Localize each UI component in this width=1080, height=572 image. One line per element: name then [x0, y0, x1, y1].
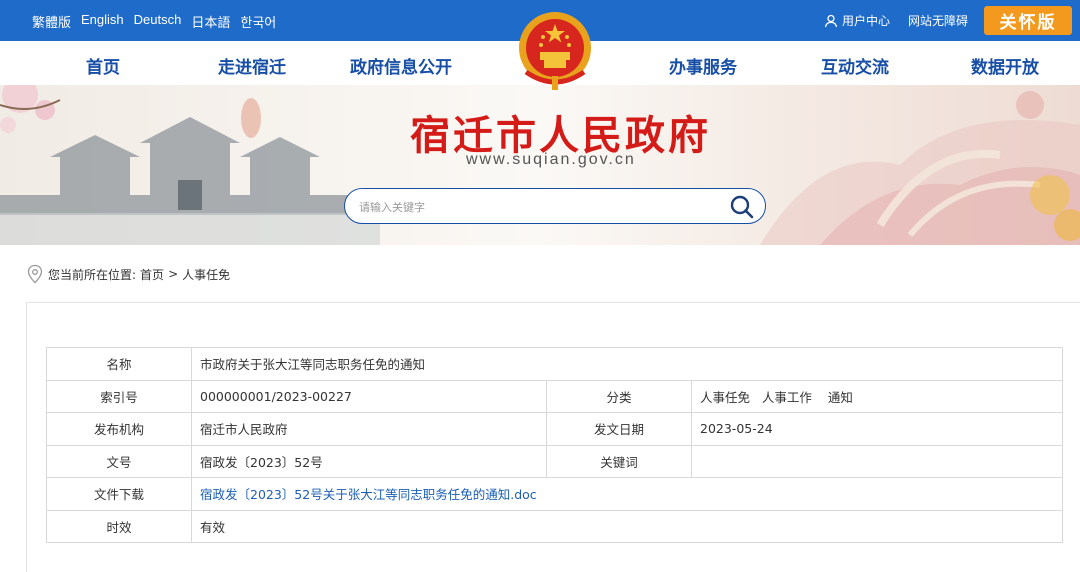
nav-item-about-suqian[interactable]: 走进宿迁: [218, 53, 286, 78]
validity-value: 有效: [191, 509, 1063, 543]
date-value: 2023-05-24: [691, 412, 1063, 446]
search-input[interactable]: [359, 197, 719, 217]
search-icon[interactable]: [729, 194, 755, 220]
accessibility-link[interactable]: 网站无障碍: [908, 12, 968, 29]
nav-item-interaction[interactable]: 互动交流: [821, 53, 889, 78]
nav-item-home[interactable]: 首页: [86, 53, 120, 78]
index-value: 000000001/2023-00227: [191, 379, 547, 413]
table-row: 文件下载 宿政发〔2023〕52号关于张大江等同志职务任免的通知.doc: [46, 477, 1063, 511]
breadcrumb-home[interactable]: 首页: [140, 266, 164, 283]
nav-item-gov-info[interactable]: 政府信息公开: [350, 53, 452, 78]
index-label: 索引号: [46, 379, 192, 413]
breadcrumb-prefix: 您当前所在位置:: [48, 267, 137, 282]
site-url: www.suqian.gov.cn: [466, 151, 636, 168]
user-icon: [824, 14, 838, 27]
care-mode-button[interactable]: 关怀版: [984, 6, 1072, 35]
lang-korean[interactable]: 한국어: [240, 12, 276, 31]
download-cell: 宿政发〔2023〕52号关于张大江等同志职务任免的通知.doc: [191, 477, 1063, 511]
publisher-value: 宿迁市人民政府: [191, 412, 547, 446]
breadcrumb: 您当前所在位置: 首页 > 人事任免: [26, 264, 230, 284]
location-pin-icon: [27, 264, 43, 284]
table-row: 文号 宿政发〔2023〕52号 关键词: [46, 444, 1063, 478]
table-row: 索引号 000000001/2023-00227 分类 人事任免 人事工作 通知: [46, 379, 1063, 413]
search-box: [344, 188, 766, 224]
nav-item-open-data[interactable]: 数据开放: [971, 53, 1039, 78]
user-links: 用户中心 网站无障碍: [824, 12, 968, 29]
content-panel-border-top: [26, 302, 1080, 303]
category-label: 分类: [546, 379, 692, 413]
language-switcher: 繁體版 English Deutsch 日本語 한국어: [32, 12, 276, 31]
content-panel-border-left: [26, 302, 27, 572]
lang-english[interactable]: English: [81, 12, 124, 31]
lang-traditional-chinese[interactable]: 繁體版: [32, 12, 71, 31]
document-download-link[interactable]: 宿政发〔2023〕52号关于张大江等同志职务任免的通知.doc: [200, 487, 537, 502]
docno-value: 宿政发〔2023〕52号: [191, 444, 547, 478]
publisher-label: 发布机构: [46, 412, 192, 446]
breadcrumb-current[interactable]: 人事任免: [182, 266, 230, 283]
date-label: 发文日期: [546, 412, 692, 446]
validity-label: 时效: [46, 509, 192, 543]
name-value: 市政府关于张大江等同志职务任免的通知: [191, 347, 1063, 381]
table-row: 名称 市政府关于张大江等同志职务任免的通知: [46, 347, 1063, 381]
table-row: 发布机构 宿迁市人民政府 发文日期 2023-05-24: [46, 412, 1063, 446]
category-value: 人事任免 人事工作 通知: [691, 379, 1063, 413]
nav-item-services[interactable]: 办事服务: [669, 53, 737, 78]
keywords-value: [691, 444, 1063, 478]
breadcrumb-separator: >: [168, 267, 179, 281]
table-row: 时效 有效: [46, 509, 1063, 543]
docno-label: 文号: [46, 444, 192, 478]
name-label: 名称: [46, 347, 192, 381]
lang-japanese[interactable]: 日本語: [191, 12, 230, 31]
user-center-link[interactable]: 用户中心: [824, 12, 890, 29]
download-label: 文件下载: [46, 477, 192, 511]
national-emblem: [519, 12, 591, 90]
document-info-table: 名称 市政府关于张大江等同志职务任免的通知 索引号 000000001/2023…: [46, 347, 1063, 543]
user-center-label: 用户中心: [841, 14, 890, 28]
banner: 宿迁市人民政府 www.suqian.gov.cn: [0, 85, 1080, 245]
keywords-label: 关键词: [546, 444, 692, 478]
lang-german[interactable]: Deutsch: [134, 12, 182, 31]
